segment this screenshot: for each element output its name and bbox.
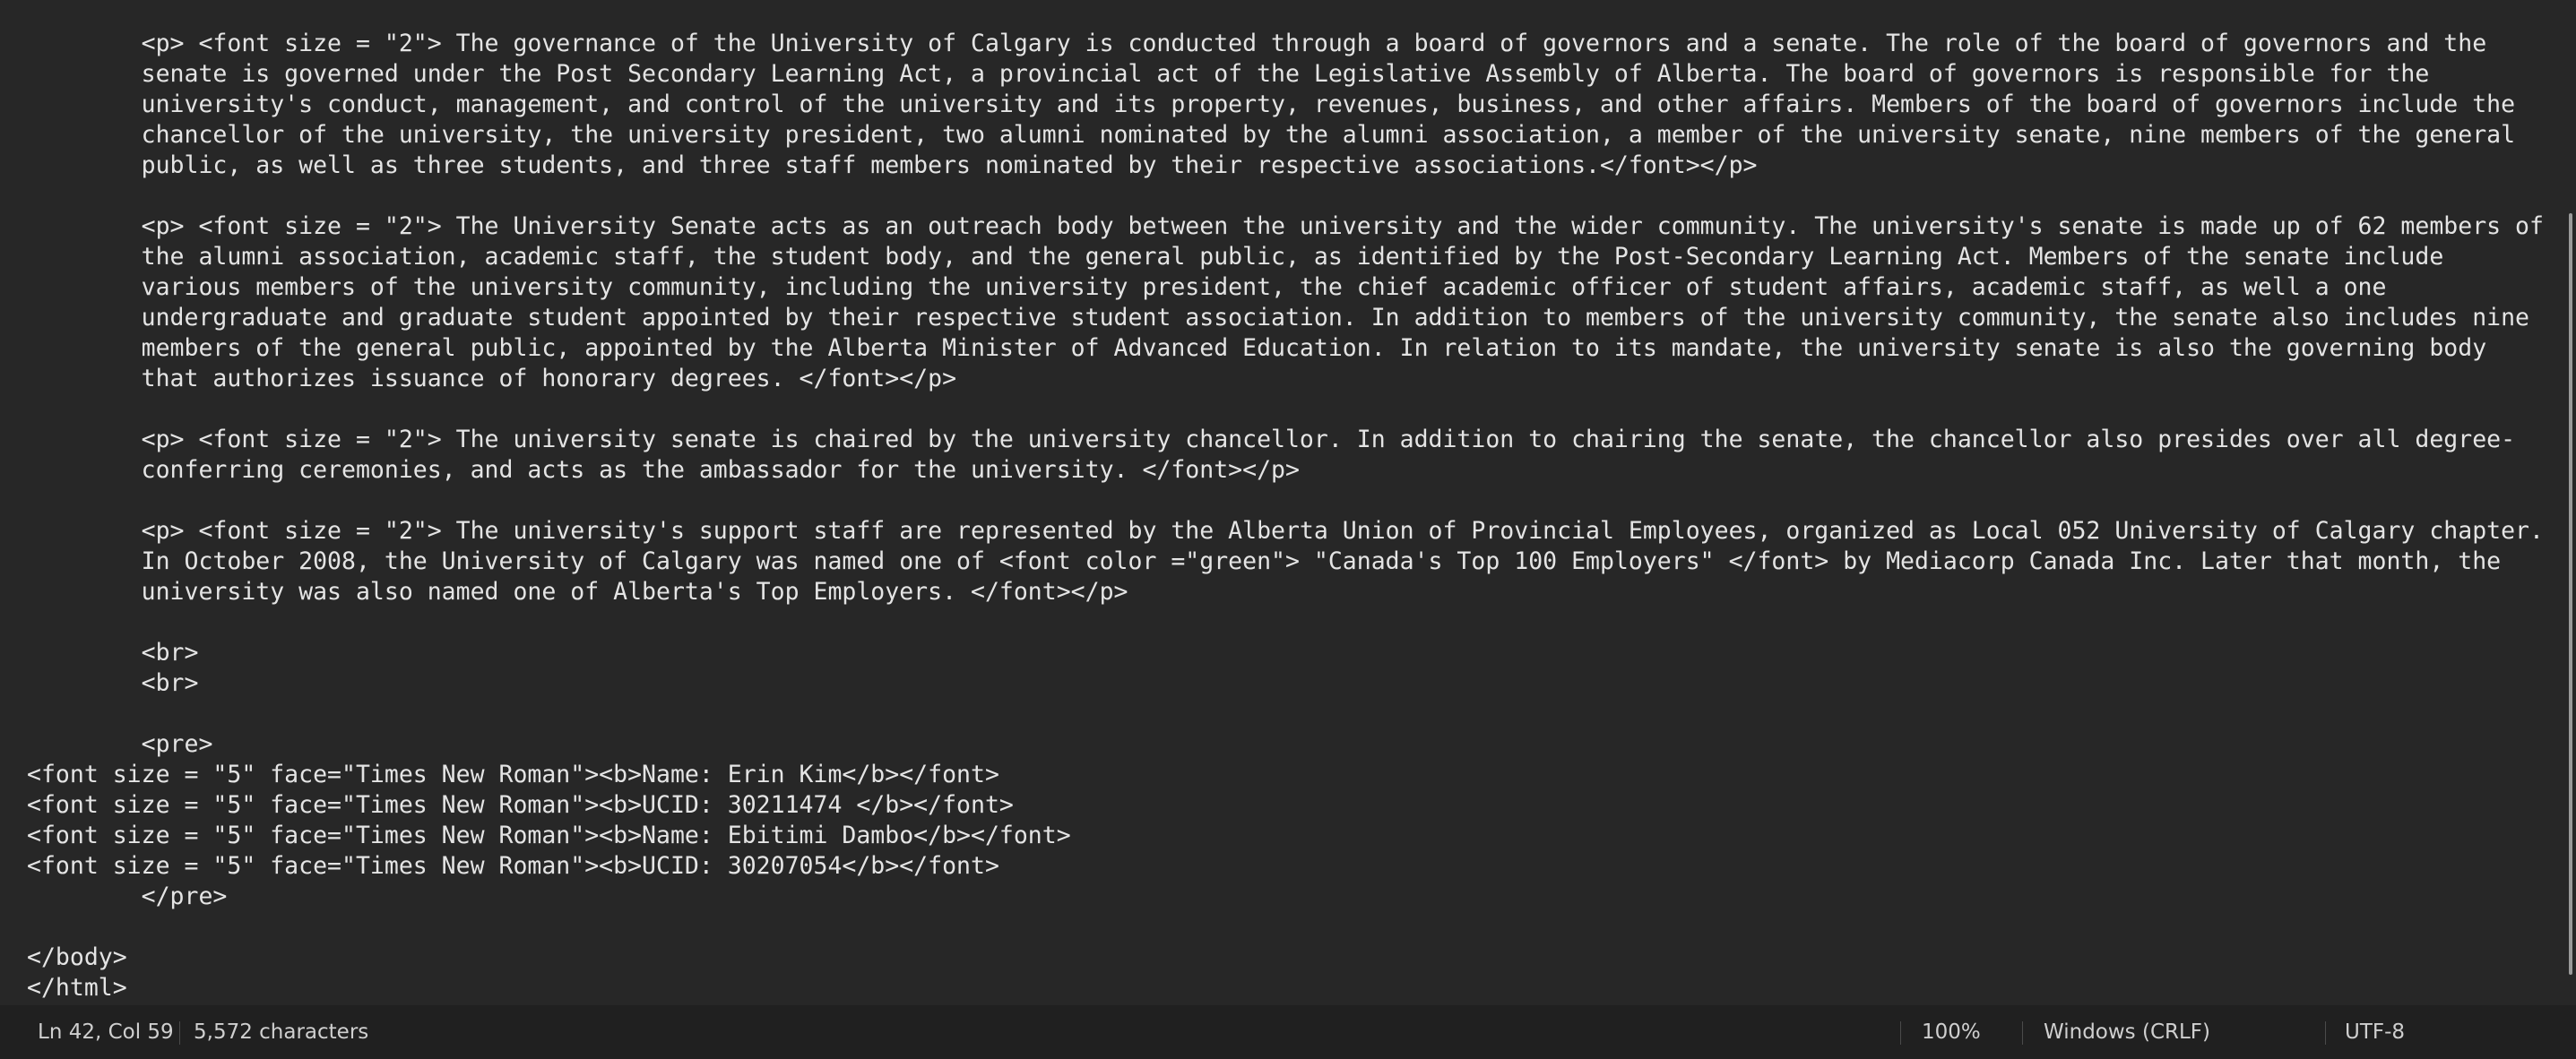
text-editor-area[interactable]: <p> <font size = "2"> The governance of … xyxy=(0,0,2567,1005)
code-line: public, as well as three students, and t… xyxy=(27,151,1758,179)
code-line: <br> xyxy=(27,669,199,697)
cursor-position[interactable]: Ln 42, Col 59 xyxy=(38,1005,174,1059)
code-line: the alumni association, academic staff, … xyxy=(27,243,2444,271)
encoding[interactable]: UTF-8 xyxy=(2345,1005,2405,1059)
status-separator xyxy=(2022,1021,2023,1045)
code-line: university was also named one of Alberta… xyxy=(27,578,1128,606)
code-line: university's conduct, management, and co… xyxy=(27,90,2516,118)
code-text[interactable]: <p> <font size = "2"> The governance of … xyxy=(27,29,2544,1003)
code-line: <p> <font size = "2"> The University Sen… xyxy=(27,212,2544,240)
code-line: In October 2008, the University of Calga… xyxy=(27,547,2502,575)
code-line: members of the general public, appointed… xyxy=(27,334,2487,362)
vertical-scrollbar-thumb[interactable] xyxy=(2569,213,2572,975)
status-separator xyxy=(1900,1021,1901,1045)
status-separator xyxy=(2325,1021,2326,1045)
code-line: chancellor of the university, the univer… xyxy=(27,121,2516,149)
code-line: <br> xyxy=(27,639,199,667)
code-line: <pre> xyxy=(27,730,213,758)
code-line: <font size = "5" face="Times New Roman">… xyxy=(27,791,1014,819)
code-line: <font size = "5" face="Times New Roman">… xyxy=(27,822,1071,849)
line-ending[interactable]: Windows (CRLF) xyxy=(2044,1005,2210,1059)
code-line: <p> <font size = "2"> The university's s… xyxy=(27,517,2544,545)
zoom-level[interactable]: 100% xyxy=(1922,1005,1981,1059)
code-line: conferring ceremonies, and acts as the a… xyxy=(27,456,1300,484)
code-line: </pre> xyxy=(27,882,228,910)
code-line: that authorizes issuance of honorary deg… xyxy=(27,365,957,392)
code-line: <p> <font size = "2"> The governance of … xyxy=(27,30,2487,57)
status-bar: Ln 42, Col 59 5,572 characters 100% Wind… xyxy=(0,1005,2576,1059)
code-line: various members of the university commun… xyxy=(27,273,2387,301)
code-line: </body> xyxy=(27,943,127,971)
code-line: senate is governed under the Post Second… xyxy=(27,60,2430,88)
code-line: </html> xyxy=(27,974,127,1002)
status-separator xyxy=(179,1021,180,1045)
code-line: <font size = "5" face="Times New Roman">… xyxy=(27,852,999,880)
code-line: <font size = "5" face="Times New Roman">… xyxy=(27,761,999,788)
character-count: 5,572 characters xyxy=(194,1020,369,1044)
code-line: undergraduate and graduate student appoi… xyxy=(27,304,2530,331)
code-line: <p> <font size = "2"> The university sen… xyxy=(27,426,2516,453)
